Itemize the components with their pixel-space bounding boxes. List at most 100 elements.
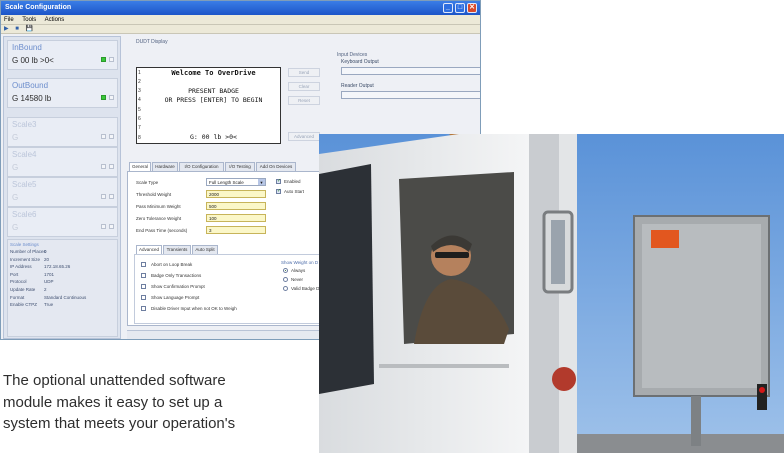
- scale-reading: G: [12, 223, 19, 232]
- subtab-transients[interactable]: Transients: [163, 245, 191, 254]
- show-confirmation-checkbox[interactable]: [141, 284, 146, 289]
- status-led-icon: [101, 194, 106, 199]
- line-number: 4: [138, 97, 141, 103]
- scale-settings-heading: Scale Settings: [10, 242, 39, 247]
- setting-value: UDP: [44, 279, 54, 285]
- play-icon[interactable]: ▶: [4, 26, 9, 32]
- enabled-checkbox[interactable]: [276, 178, 281, 184]
- status-led-icon: [101, 57, 106, 62]
- menu-file[interactable]: File: [4, 17, 14, 23]
- scale-6[interactable]: Scale6 G: [7, 207, 118, 237]
- option-label: Abort on Loop Break: [151, 262, 193, 267]
- display-line: OR PRESS [ENTER] TO BEGIN: [164, 96, 263, 104]
- setting-label: Port: [10, 271, 19, 277]
- setting-label: Format: [10, 294, 25, 300]
- show-weight-label: Show Weight on D: [281, 260, 319, 265]
- setting-label: Enable CTPZ: [10, 302, 38, 308]
- setting-label: Number of Places: [10, 249, 46, 254]
- line-number: 3: [138, 88, 141, 94]
- truck-photo-illustration: [319, 134, 784, 453]
- never-radio[interactable]: [283, 277, 288, 282]
- maximize-button[interactable]: □: [455, 3, 465, 13]
- display-line: PRESENT BADGE: [188, 87, 239, 95]
- chevron-down-icon[interactable]: ▼: [258, 179, 265, 185]
- status-led-icon: [101, 224, 106, 229]
- setting-value: Standard Continuous: [44, 294, 87, 300]
- page: { "window": { "title": "Scale Configurat…: [0, 0, 784, 453]
- scale-reading: G 14580 lb: [12, 94, 52, 103]
- scale-reading: G: [12, 163, 19, 172]
- save-icon[interactable]: 💾: [26, 26, 33, 32]
- setting-value: 172.18.65.26: [44, 264, 71, 270]
- title-bar: Scale Configuration _ □ ✕: [1, 1, 480, 15]
- scale-type-select[interactable]: Full Length Scale ▼: [206, 178, 266, 186]
- setting-row: Protocol UDP: [10, 278, 115, 286]
- end-pass-time-field[interactable]: 3: [206, 226, 266, 234]
- truck-driver-photo: [319, 134, 784, 453]
- setting-row: Enable CTPZ True: [10, 301, 115, 309]
- caption-line: module makes it easy to set up a: [3, 393, 223, 411]
- close-button[interactable]: ✕: [467, 3, 477, 13]
- setting-label: Update Rate: [10, 286, 36, 292]
- subtab-auto-split[interactable]: Auto Split: [192, 245, 218, 254]
- minimize-button[interactable]: _: [443, 3, 453, 13]
- show-language-checkbox[interactable]: [141, 295, 146, 300]
- status-led-icon: [109, 95, 114, 100]
- stop-icon[interactable]: ■: [15, 26, 19, 32]
- zero-tolerance-weight-field[interactable]: 100: [206, 214, 266, 222]
- tab-hardware[interactable]: Hardware: [152, 162, 178, 171]
- setting-row: Port 1701: [10, 271, 115, 279]
- status-led-icon: [109, 134, 114, 139]
- toolbar: ▶ ■ 💾: [1, 25, 480, 34]
- setting-value: True: [44, 302, 54, 308]
- line-number: 1: [138, 70, 141, 76]
- dudt-display-label: DUDT Display: [136, 39, 168, 45]
- setting-label: Increment Size: [10, 256, 41, 262]
- field-label: Pass Minimum Weight: [136, 204, 181, 209]
- valid-badge-radio[interactable]: [283, 286, 288, 291]
- scale-reading: G 00 lb >0<: [12, 56, 54, 65]
- status-led-icon: [109, 194, 114, 199]
- auto-start-label: Auto Start: [284, 189, 305, 194]
- pass-minimum-weight-field[interactable]: 500: [206, 202, 266, 210]
- reader-output-field[interactable]: [341, 91, 480, 99]
- auto-start-checkbox[interactable]: [276, 188, 281, 194]
- setting-label: IP Address: [10, 264, 32, 270]
- send-button[interactable]: Send: [288, 68, 320, 77]
- scale-inbound[interactable]: InBound G 00 lb >0<: [7, 40, 118, 70]
- advanced-button[interactable]: Advanced: [288, 132, 320, 141]
- keyboard-output-field[interactable]: [341, 67, 480, 75]
- tab-add-on-devices[interactable]: Add On Devices: [256, 162, 296, 171]
- scale-5[interactable]: Scale5 G: [7, 177, 118, 207]
- badge-only-checkbox[interactable]: [141, 273, 146, 278]
- scale-4[interactable]: Scale4 G: [7, 147, 118, 177]
- radio-label: Always: [291, 268, 306, 273]
- display-line: Welcome To OverDrive: [171, 69, 256, 77]
- menu-tools[interactable]: Tools: [22, 17, 36, 23]
- caption-line: system that meets your operation's: [3, 415, 236, 432]
- scale-name: Scale4: [12, 150, 37, 159]
- scale-name: Scale6: [12, 210, 37, 219]
- scales-panel: InBound G 00 lb >0< OutBound G 14580 lb …: [3, 36, 121, 339]
- scale-type-value: Full Length Scale: [209, 180, 244, 185]
- input-devices-label: Input Devices: [337, 52, 368, 58]
- display-line: G: 00 lb >0<: [190, 133, 237, 141]
- tab-io-testing[interactable]: I/O Testing: [225, 162, 255, 171]
- scale-outbound[interactable]: OutBound G 14580 lb: [7, 78, 118, 108]
- status-led-icon: [101, 134, 106, 139]
- always-radio[interactable]: [283, 268, 288, 273]
- clear-button[interactable]: Clear: [288, 82, 320, 91]
- setting-value: 1701: [44, 271, 55, 277]
- threshold-weight-field[interactable]: 2000: [206, 190, 266, 198]
- abort-on-loop-break-checkbox[interactable]: [141, 262, 146, 267]
- radio-label: Valid Badge D: [291, 286, 320, 291]
- scale-3[interactable]: Scale3 G: [7, 117, 118, 147]
- option-label: Show Confirmation Prompt: [151, 284, 205, 289]
- scale-name: InBound: [12, 43, 42, 52]
- menu-actions[interactable]: Actions: [45, 17, 65, 23]
- caption: The optional unattended software module …: [3, 370, 323, 435]
- status-led-icon: [109, 164, 114, 169]
- tab-io-configuration[interactable]: I/O Configuration: [179, 162, 224, 171]
- disable-driver-input-checkbox[interactable]: [141, 306, 146, 311]
- reset-button[interactable]: Reset: [288, 96, 320, 105]
